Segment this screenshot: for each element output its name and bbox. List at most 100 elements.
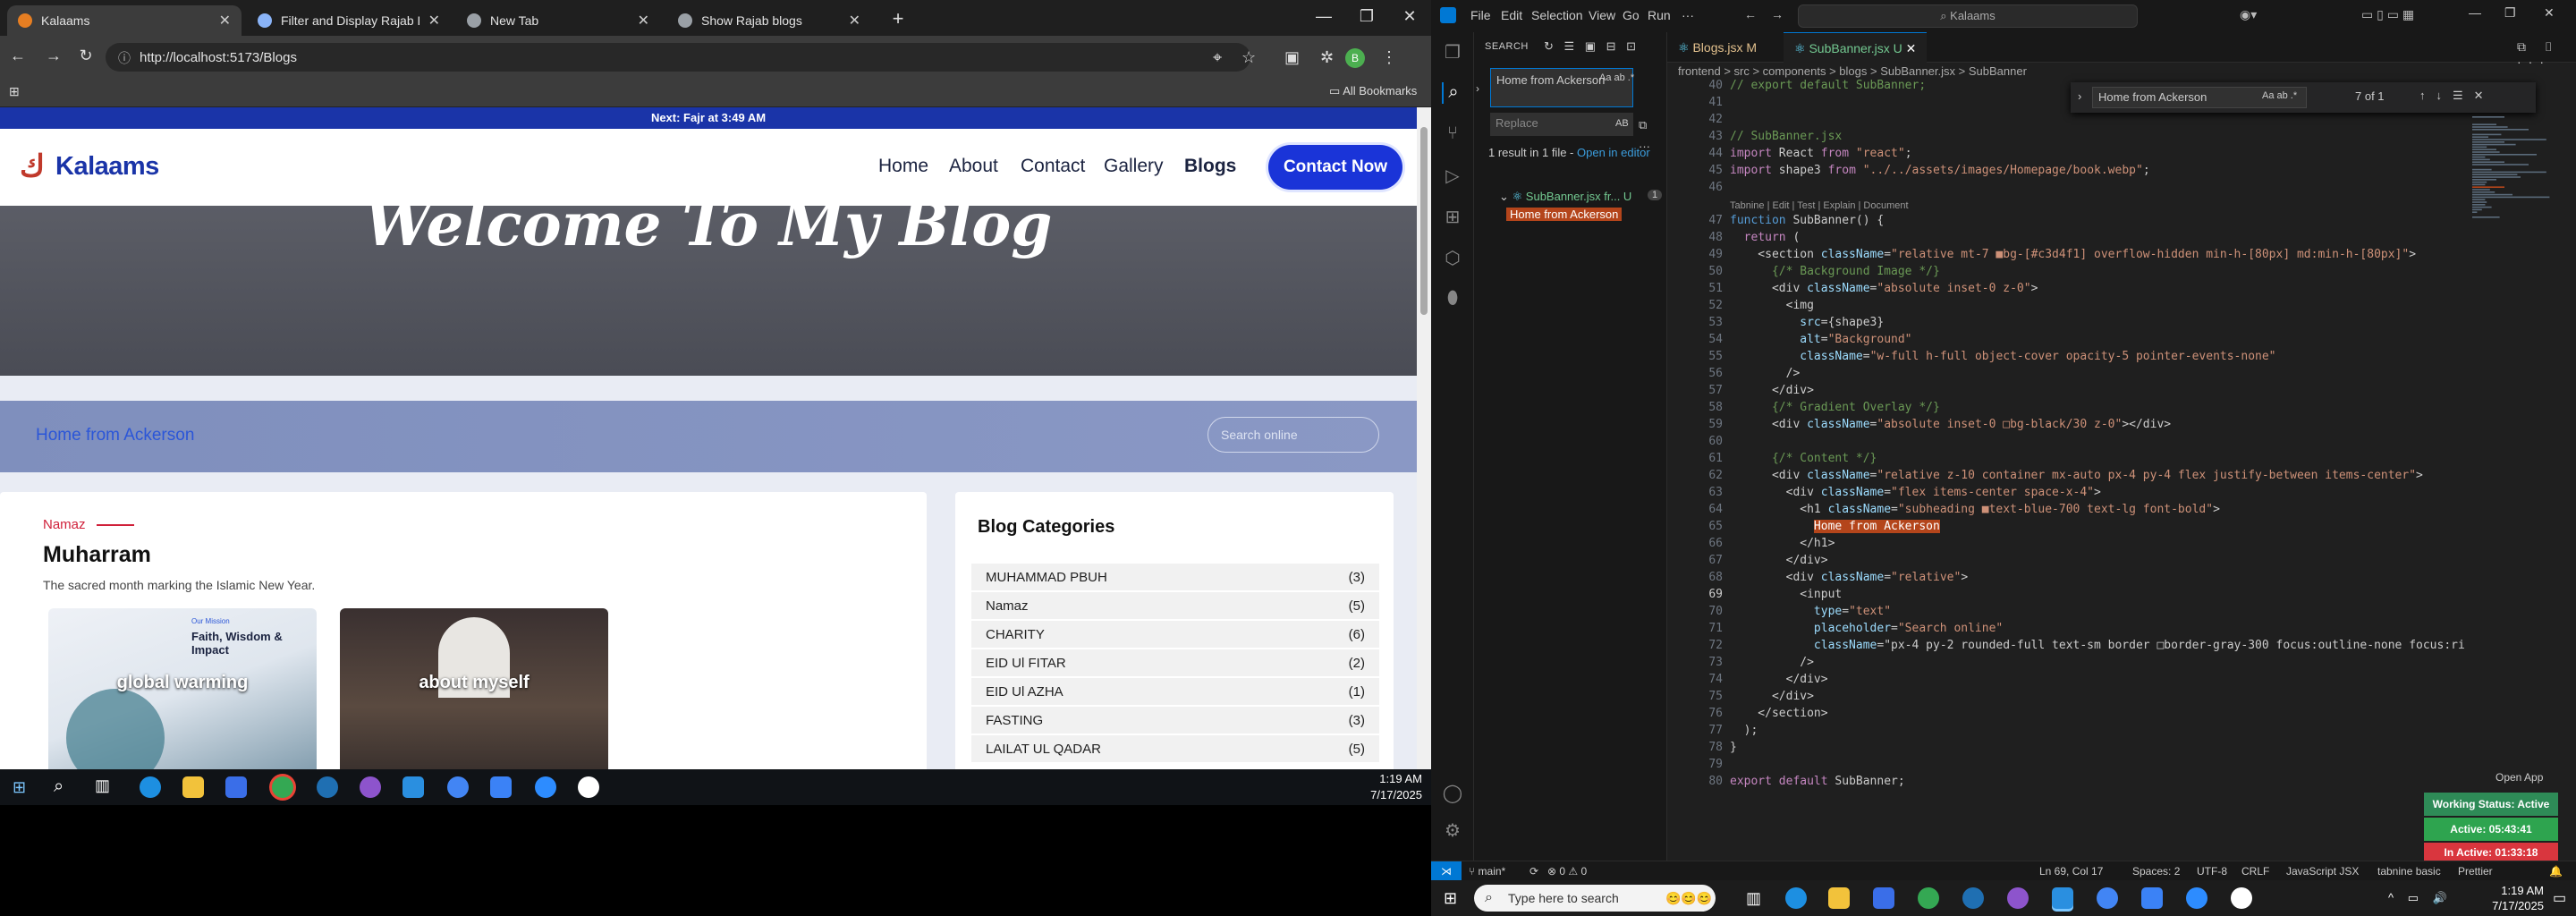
chrome-profile-icon[interactable] bbox=[2097, 887, 2118, 909]
profile-avatar[interactable]: B bbox=[1345, 48, 1365, 68]
search-icon[interactable]: ⌕ bbox=[1442, 82, 1463, 104]
zoom-icon[interactable] bbox=[535, 776, 556, 798]
chevron-right-icon[interactable]: › bbox=[2078, 89, 2081, 103]
close-window-icon[interactable]: ✕ bbox=[2544, 5, 2555, 21]
page-scrollbar[interactable] bbox=[1417, 107, 1431, 769]
store-icon[interactable] bbox=[1873, 887, 1894, 909]
photos-icon[interactable] bbox=[2141, 887, 2163, 909]
tab-blogs-jsx[interactable]: ⚛ Blogs.jsx M bbox=[1667, 32, 1767, 63]
bookmark-star-icon[interactable]: ☆ bbox=[1241, 48, 1256, 67]
category-item[interactable]: EID Ul FITAR (2) bbox=[971, 649, 1379, 676]
task-view-icon[interactable]: ▥ bbox=[95, 776, 110, 795]
sync-icon[interactable]: ⟳ bbox=[1530, 865, 1538, 878]
code-editor[interactable]: Tabnine | Edit | Test | Explain | Docume… bbox=[1667, 79, 2562, 848]
back-icon[interactable]: ← bbox=[7, 47, 29, 65]
photos-icon[interactable] bbox=[490, 776, 512, 798]
all-bookmarks-folder[interactable]: ▭ All Bookmarks bbox=[1329, 84, 1417, 98]
chrome-taskbar-icon[interactable] bbox=[272, 776, 293, 798]
copilot-icon[interactable]: ◉▾ bbox=[2240, 7, 2257, 22]
problems-status[interactable]: ⊗ 0 ⚠ 0 bbox=[1547, 865, 1587, 878]
windows-start-icon[interactable]: ⊞ bbox=[13, 778, 26, 797]
language-status[interactable]: JavaScript JSX bbox=[2286, 865, 2359, 878]
nav-contact[interactable]: Contact bbox=[1021, 156, 1085, 177]
cursor-position[interactable]: Ln 69, Col 17 bbox=[2039, 865, 2103, 878]
category-item[interactable]: LAILAT UL QADAR (5) bbox=[971, 735, 1379, 762]
preserve-case-toggle[interactable]: AB bbox=[1615, 118, 1629, 129]
find-nav-icons[interactable]: ↑↓☰✕ bbox=[2419, 89, 2495, 103]
tab-show-rajab[interactable]: Show Rajab blogs ✕ bbox=[667, 5, 871, 36]
notification-center-icon[interactable]: ▭ bbox=[2553, 889, 2566, 907]
tab-filter-rajab[interactable]: Filter and Display Rajab Blog In ✕ bbox=[247, 5, 451, 36]
nav-home[interactable]: Home bbox=[878, 156, 928, 177]
extensions-icon[interactable]: ⊞ bbox=[1442, 206, 1463, 227]
menu-more[interactable]: ··· bbox=[1682, 8, 1694, 22]
extension-icon[interactable]: ▣ bbox=[1284, 48, 1300, 67]
app-icon[interactable] bbox=[1962, 887, 1984, 909]
account-icon[interactable]: ◯ bbox=[1442, 782, 1463, 803]
toggle-replace-icon[interactable]: › bbox=[1476, 82, 1479, 95]
contact-now-button[interactable]: Contact Now bbox=[1268, 145, 1402, 190]
close-window-icon[interactable]: ✕ bbox=[1392, 7, 1428, 26]
source-control-icon[interactable]: ⑂ bbox=[1442, 123, 1463, 145]
eol-status[interactable]: CRLF bbox=[2241, 865, 2269, 878]
maximize-icon[interactable]: ❐ bbox=[2504, 5, 2516, 21]
open-in-editor-link[interactable]: Open in editor bbox=[1577, 146, 1650, 159]
vscode-taskbar-icon[interactable] bbox=[2052, 887, 2073, 909]
tabnine-codelens[interactable]: Tabnine | Edit | Test | Explain | Docume… bbox=[1730, 200, 1909, 211]
category-item[interactable]: FASTING (3) bbox=[971, 707, 1379, 734]
reload-icon[interactable]: ↻ bbox=[75, 47, 97, 65]
system-tray-icons[interactable]: ^ ▭ 🔊 bbox=[2388, 891, 2453, 905]
remote-icon[interactable]: ⬡ bbox=[1442, 247, 1463, 268]
github-icon[interactable] bbox=[2007, 887, 2029, 909]
windows-start-icon[interactable]: ⊞ bbox=[1444, 889, 1457, 908]
tab-subbanner-jsx[interactable]: ⚛ SubBanner.jsx U ✕ bbox=[1784, 32, 1928, 63]
edge-icon[interactable] bbox=[1785, 887, 1807, 909]
post-thumb-global-warming[interactable]: Our Mission Faith, Wisdom & Impact globa… bbox=[48, 608, 317, 769]
replace-all-icon[interactable]: ⧉ bbox=[1639, 118, 1647, 132]
notifications-bell-icon[interactable]: 🔔 bbox=[2549, 865, 2563, 878]
forward-icon[interactable]: → bbox=[43, 47, 64, 65]
run-debug-icon[interactable]: ▷ bbox=[1442, 165, 1463, 186]
puzzle-icon[interactable]: ✲ bbox=[1320, 48, 1334, 67]
editor-actions-icons[interactable]: ⧉ ▯ ··· bbox=[2517, 39, 2576, 69]
post-thumb-about-myself[interactable]: about myself bbox=[340, 608, 608, 769]
github-icon[interactable] bbox=[360, 776, 381, 798]
menu-view[interactable]: View bbox=[1589, 8, 1615, 22]
search-online-input[interactable]: Search online bbox=[1208, 417, 1379, 453]
task-view-icon[interactable]: ▥ bbox=[1746, 889, 1761, 908]
leaf-icon[interactable]: ⬮ bbox=[1442, 288, 1463, 310]
app-icon[interactable] bbox=[2231, 887, 2252, 909]
menu-file[interactable]: File bbox=[1470, 8, 1491, 22]
menu-go[interactable]: Go bbox=[1623, 8, 1640, 22]
tabnine-status[interactable]: tabnine basic bbox=[2377, 865, 2441, 878]
command-center[interactable]: ⌕ Kalaams bbox=[1798, 4, 2138, 28]
scrollbar-thumb[interactable] bbox=[1420, 127, 1428, 315]
layout-icons[interactable]: ▭ ▯ ▭ ▦ bbox=[2361, 7, 2414, 22]
category-item[interactable]: CHARITY (6) bbox=[971, 621, 1379, 648]
prettier-status[interactable]: Prettier bbox=[2458, 865, 2493, 878]
app-icon[interactable] bbox=[317, 776, 338, 798]
search-result-match[interactable]: Home from Ackerson bbox=[1506, 208, 1623, 221]
find-widget-options[interactable]: Aa ab .* bbox=[2262, 90, 2297, 101]
search-result-file[interactable]: ⌄ ⚛ SubBanner.jsx fr... U 1 bbox=[1499, 190, 1663, 204]
file-explorer-icon[interactable] bbox=[182, 776, 204, 798]
menu-edit[interactable]: Edit bbox=[1501, 8, 1522, 22]
new-tab-icon[interactable]: + bbox=[880, 7, 916, 30]
close-tab-icon[interactable]: ✕ bbox=[1906, 41, 1917, 55]
find-options-icons[interactable]: Aa ab .* bbox=[1599, 72, 1634, 83]
category-item[interactable]: EID Ul AZHA (1) bbox=[971, 678, 1379, 705]
taskbar-search-input[interactable]: ⌕ Type here to search 😊😊😊 bbox=[1474, 885, 1716, 912]
taskbar-clock[interactable]: 1:19 AM 7/17/2025 bbox=[2476, 883, 2544, 913]
gear-icon[interactable]: ⚙ bbox=[1442, 819, 1463, 841]
tab-kalaams[interactable]: Kalaams ✕ bbox=[7, 5, 242, 36]
minimize-icon[interactable]: — bbox=[2469, 5, 2481, 20]
menu-run[interactable]: Run bbox=[1648, 8, 1671, 22]
nav-about[interactable]: About bbox=[949, 156, 998, 177]
taskbar-clock[interactable]: 1:19 AM 7/17/2025 bbox=[1342, 771, 1422, 803]
search-replace-input[interactable]: Replace bbox=[1490, 113, 1633, 136]
open-app-link[interactable]: Open App bbox=[2496, 771, 2543, 784]
nav-blogs[interactable]: Blogs bbox=[1184, 156, 1236, 177]
minimize-icon[interactable]: — bbox=[1306, 7, 1342, 26]
vscode-taskbar-icon[interactable] bbox=[402, 776, 424, 798]
site-info-icon[interactable]: ⓘ bbox=[118, 49, 131, 67]
